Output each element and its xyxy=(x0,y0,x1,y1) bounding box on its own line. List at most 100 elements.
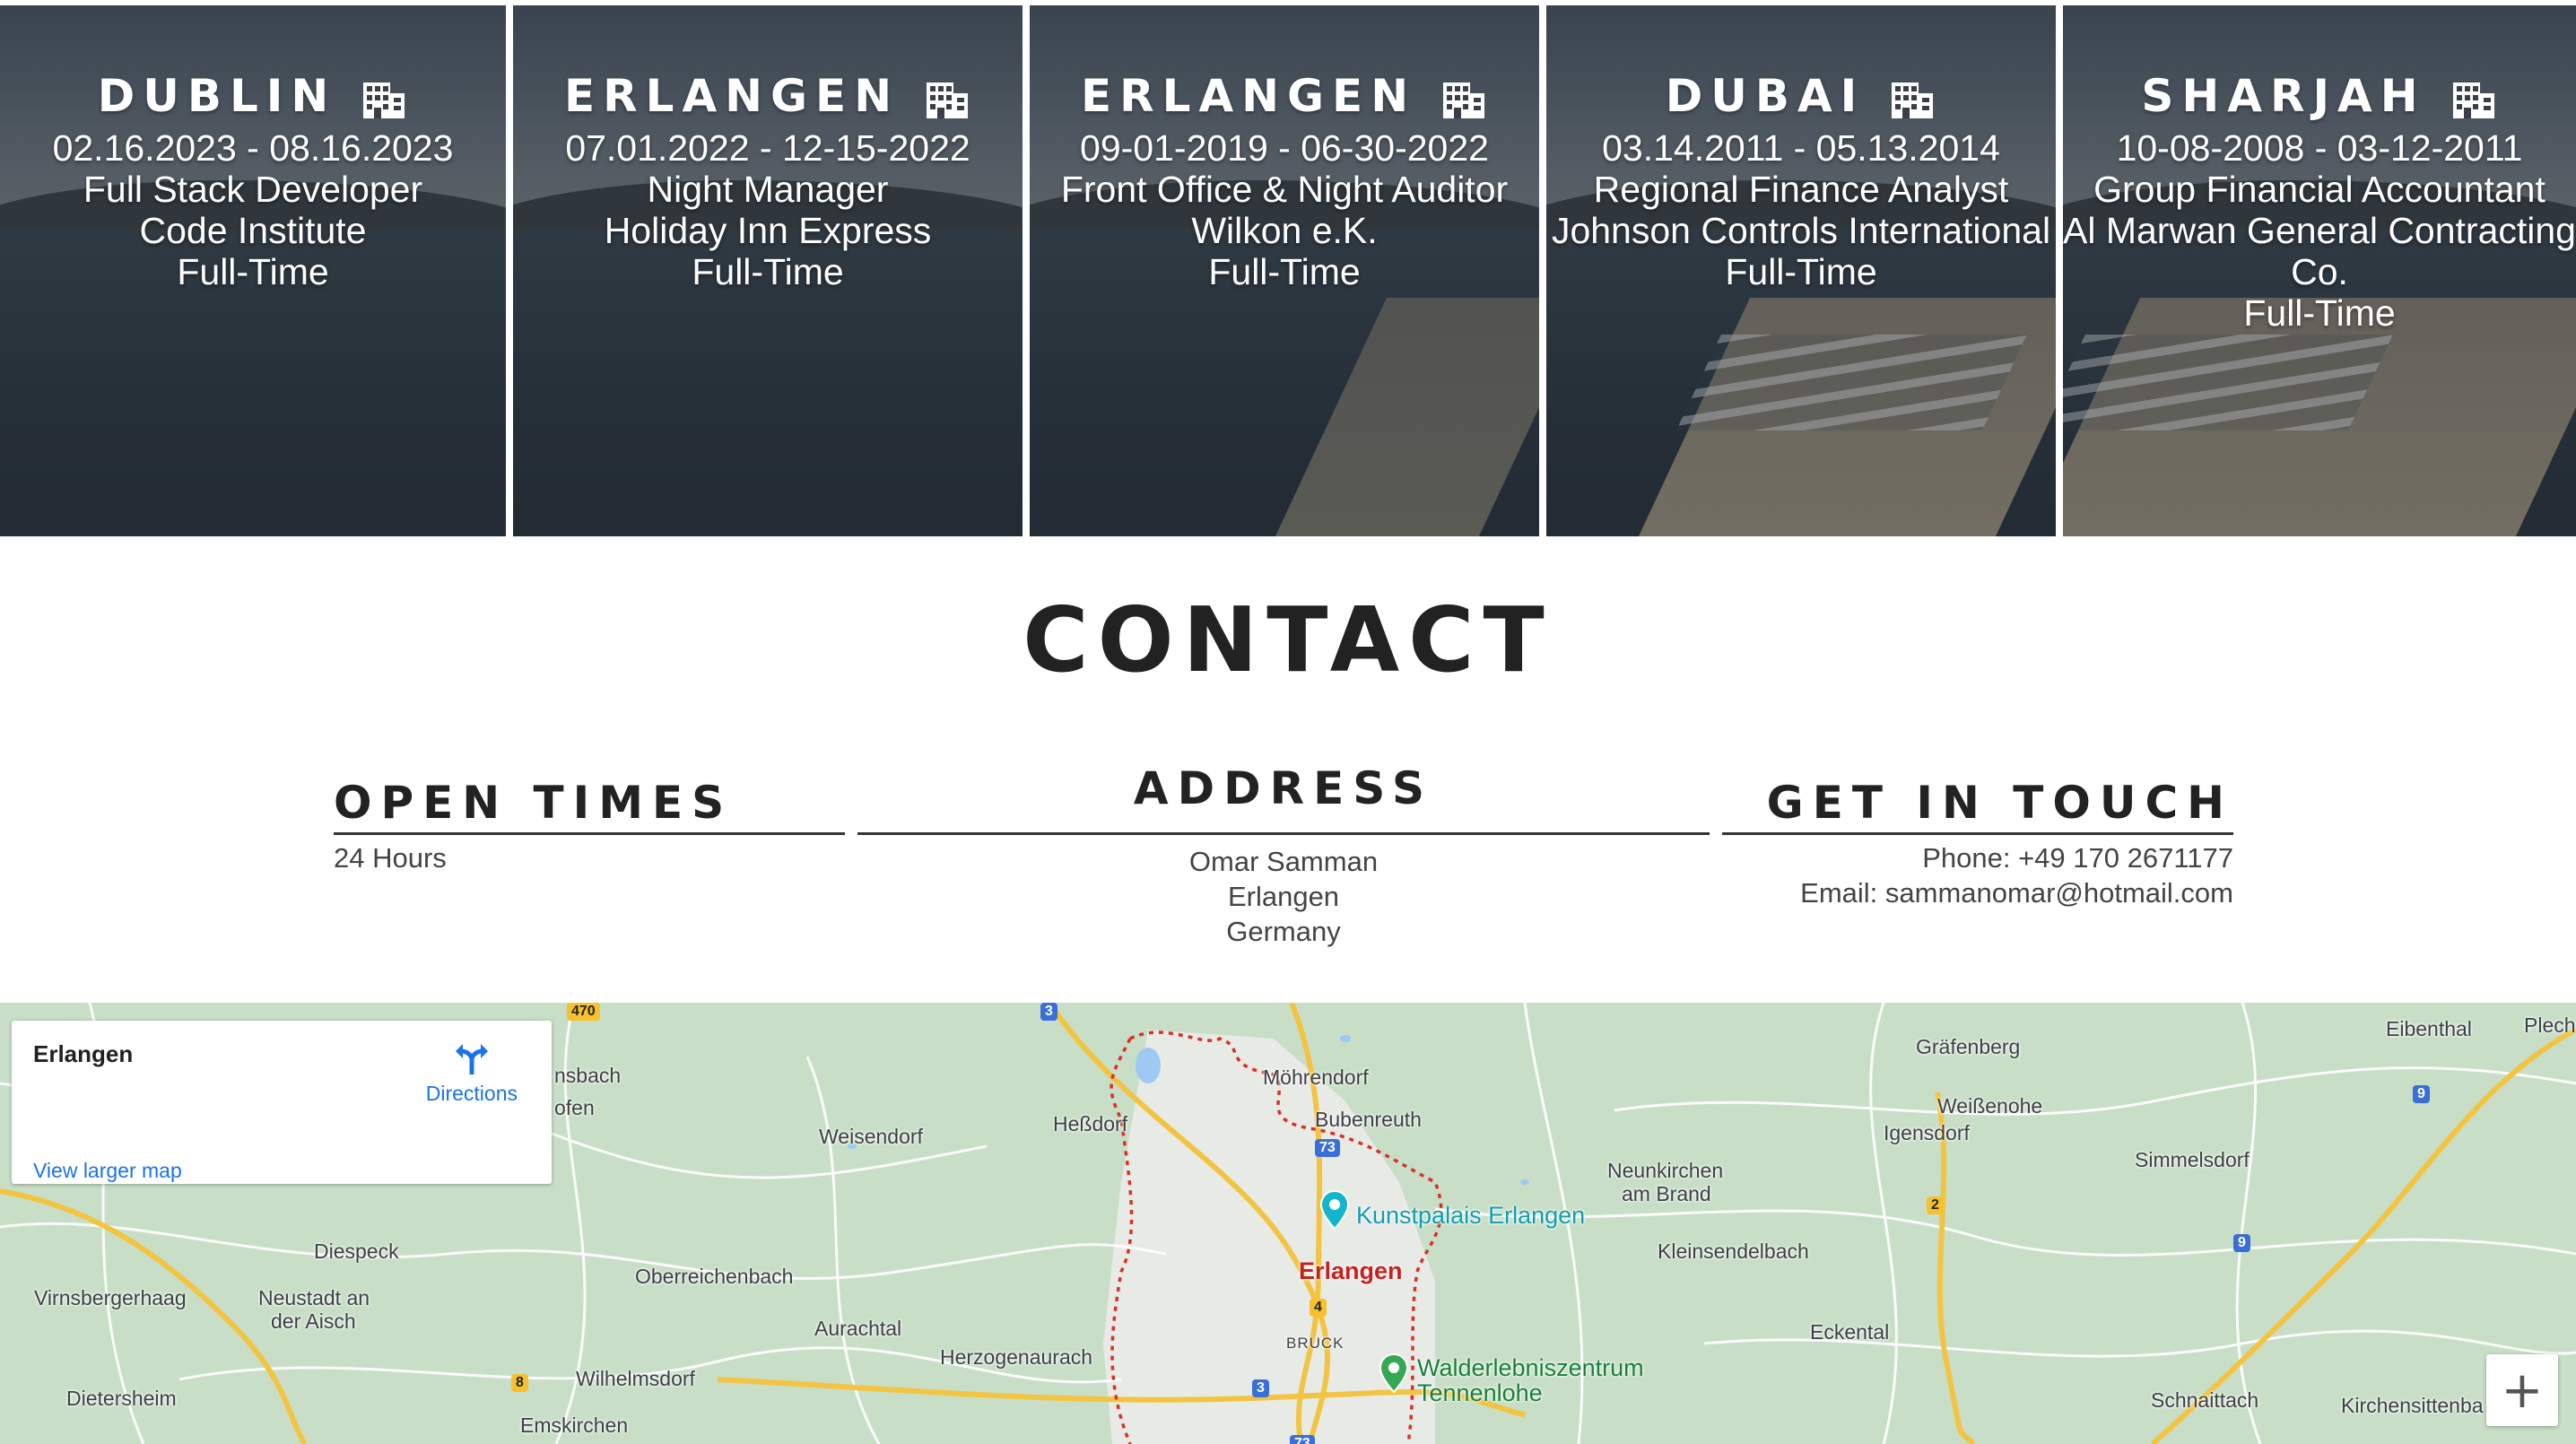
email-text: Email: sammanomar@hotmail.com xyxy=(1800,877,2233,909)
address-heading: ADDRESS xyxy=(857,762,1710,835)
map-label-erlangen: Erlangen xyxy=(1299,1257,1403,1284)
experience-type: Full-Time xyxy=(2243,292,2396,334)
experience-city: DUBLIN xyxy=(98,70,409,122)
experience-dates: 02.16.2023 - 08.16.2023 xyxy=(52,127,454,169)
road-shield: 4 xyxy=(1310,1299,1327,1317)
embedded-map[interactable]: Möhrendorf Bubenreuth Heßdorf Weisendorf… xyxy=(0,1003,2576,1444)
map-label: Plech xyxy=(2524,1013,2576,1037)
building-icon xyxy=(927,83,969,118)
road-shield: 8 xyxy=(511,1374,528,1392)
address-name: Omar Samman xyxy=(1188,846,1379,877)
open-times-heading: OPEN TIMES xyxy=(334,777,845,835)
map-label: Weisendorf xyxy=(819,1125,923,1148)
road-shield: 73 xyxy=(1315,1139,1340,1157)
road-shield: 2 xyxy=(1927,1196,1944,1214)
open-times-value: 24 Hours xyxy=(334,842,447,874)
map-pin-icon xyxy=(1319,1189,1350,1231)
experience-company: Johnson Controls International xyxy=(1551,210,2051,251)
map-label: Heßdorf xyxy=(1053,1112,1128,1135)
experience-card: SHARJAH 10-08-2008 - 03-12-2011 Group Fi… xyxy=(2063,5,2576,536)
experience-card: ERLANGEN 09-01-2019 - 06-30-2022 Front O… xyxy=(1030,5,1539,536)
experience-city: ERLANGEN xyxy=(564,70,971,122)
experience-company: Al Marwan General Contracting Co. xyxy=(2063,210,2576,292)
experience-dates: 03.14.2011 - 05.13.2014 xyxy=(1602,127,2000,169)
map-label: Dietersheim xyxy=(66,1387,177,1410)
map-label: Eibenthal xyxy=(2386,1017,2472,1040)
open-times-column: OPEN TIMES 24 Hours xyxy=(334,777,845,875)
map-label: Wilhelmsdorf xyxy=(576,1367,695,1390)
directions-button[interactable]: Directions xyxy=(426,1040,518,1106)
map-label: Kleinsendelbach xyxy=(1658,1240,1809,1263)
map-label: Neustadt an xyxy=(258,1286,370,1309)
experience-card: DUBLIN 02.16.2023 - 08.16.2023 Full Stac… xyxy=(0,5,506,536)
map-label: der Aisch xyxy=(271,1309,356,1333)
experience-city: DUBAI xyxy=(1666,70,1937,122)
building-icon xyxy=(2452,83,2494,118)
experience-card: DUBAI 03.14.2011 - 05.13.2014 Regional F… xyxy=(1546,5,2056,536)
building-icon xyxy=(1892,83,1934,118)
experience-city: SHARJAH xyxy=(2141,70,2497,122)
experience-role: Night Manager xyxy=(647,169,889,210)
experience-role: Full Stack Developer xyxy=(83,169,423,210)
directions-label: Directions xyxy=(425,1082,518,1105)
experience-role: Group Financial Accountant xyxy=(2093,169,2546,210)
map-label: Neunkirchen xyxy=(1607,1159,1724,1182)
road-shield: 3 xyxy=(1252,1379,1269,1397)
experience-section: DUBLIN 02.16.2023 - 08.16.2023 Full Stac… xyxy=(0,0,2576,536)
get-in-touch-heading: GET IN TOUCH xyxy=(1722,777,2233,835)
experience-type: Full-Time xyxy=(692,251,844,292)
experience-type: Full-Time xyxy=(1208,251,1361,292)
contact-title: CONTACT xyxy=(1023,587,1553,692)
view-larger-map-link[interactable]: View larger map xyxy=(33,1159,182,1183)
map-label: Oberreichenbach xyxy=(635,1265,794,1288)
map-place-name: Erlangen xyxy=(33,1040,134,1067)
map-label: Herzogenaurach xyxy=(940,1345,1093,1369)
experience-type: Full-Time xyxy=(177,251,329,292)
map-label: Weißenohe xyxy=(1937,1094,2043,1118)
map-label: Igensdorf xyxy=(1884,1121,1970,1144)
map-label: Simmelsdorf xyxy=(2135,1148,2250,1171)
experience-city: ERLANGEN xyxy=(1081,70,1488,122)
zoom-in-button[interactable]: + xyxy=(2486,1354,2558,1426)
road-shield: 9 xyxy=(2233,1234,2250,1252)
experience-company: Wilkon e.K. xyxy=(1191,210,1378,251)
map-info-card: Erlangen Directions View larger map xyxy=(12,1021,552,1184)
map-pin-icon xyxy=(1379,1353,1409,1394)
phone-text: Phone: +49 170 2671177 xyxy=(1922,842,2233,874)
road-shield: 470 xyxy=(567,1003,600,1021)
map-label: Aurachtal xyxy=(814,1317,902,1340)
map-label: Möhrendorf xyxy=(1263,1066,1369,1089)
experience-role: Front Office & Night Auditor xyxy=(1060,169,1509,210)
experience-card: ERLANGEN 07.01.2022 - 12-15-2022 Night M… xyxy=(513,5,1023,536)
map-poi-kunstpalais: Kunstpalais Erlangen xyxy=(1356,1202,1586,1229)
experience-dates: 10-08-2008 - 03-12-2011 xyxy=(2116,127,2523,169)
map-label: ofen xyxy=(554,1096,595,1119)
map-label: am Brand xyxy=(1622,1182,1711,1205)
experience-company: Code Institute xyxy=(139,210,367,251)
get-in-touch-column: GET IN TOUCH Phone: +49 170 2671177 Emai… xyxy=(1722,777,2233,910)
map-label: Kirchensittenba xyxy=(2341,1394,2484,1417)
map-label: Eckental xyxy=(1810,1320,1890,1344)
road-shield: 9 xyxy=(2413,1085,2430,1103)
address-column: ADDRESS Omar Samman Erlangen Germany xyxy=(857,762,1710,949)
road-shield: 3 xyxy=(1040,1003,1057,1021)
experience-type: Full-Time xyxy=(1725,251,1877,292)
experience-role: Regional Finance Analyst xyxy=(1593,169,2009,210)
map-label: Emskirchen xyxy=(520,1414,629,1437)
map-label: Bubenreuth xyxy=(1315,1108,1422,1131)
map-label: Virnsbergerhaag xyxy=(34,1286,187,1309)
map-label: Gräfenberg xyxy=(1916,1035,2021,1058)
directions-icon xyxy=(455,1044,488,1074)
map-poi-walderlebnis-line2: Tennenlohe xyxy=(1417,1379,1543,1406)
address-city: Erlangen xyxy=(1227,881,1340,912)
map-label: Schnaittach xyxy=(2151,1388,2259,1412)
map-label: BRUCK xyxy=(1286,1335,1345,1352)
map-label: nsbach xyxy=(554,1064,622,1087)
road-shield: 73 xyxy=(1290,1435,1315,1444)
map-label: Diespeck xyxy=(314,1240,399,1263)
experience-dates: 09-01-2019 - 06-30-2022 xyxy=(1080,127,1489,169)
address-country: Germany xyxy=(1226,916,1341,947)
map-poi-walderlebnis: Walderlebniszentrum xyxy=(1417,1354,1644,1381)
experience-company: Holiday Inn Express xyxy=(604,210,932,251)
experience-dates: 07.01.2022 - 12-15-2022 xyxy=(565,127,970,169)
